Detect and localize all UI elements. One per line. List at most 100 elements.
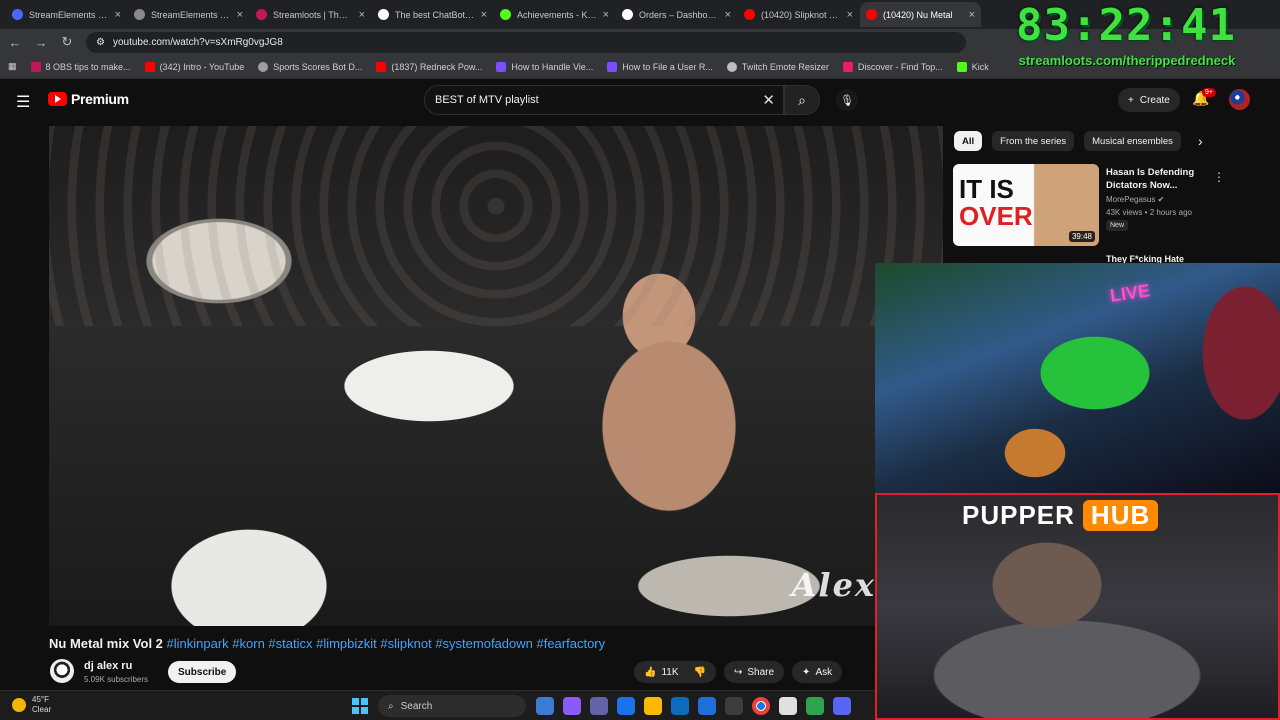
url-field[interactable]: ⚙ youtube.com/watch?v=sXmRg0vgJG8	[86, 31, 966, 53]
video-player[interactable]: Alex Ru	[49, 126, 943, 626]
tab-close-icon[interactable]: ×	[481, 9, 487, 21]
tab-favicon	[744, 9, 755, 20]
tab-close-icon[interactable]: ×	[603, 9, 609, 21]
youtube-icon	[144, 61, 155, 72]
reload-icon[interactable]: ↻	[60, 34, 74, 50]
plus-icon: +	[1128, 94, 1134, 106]
edge-icon[interactable]	[617, 697, 635, 715]
bookmark-item[interactable]: (1837) Redneck Pow...	[376, 61, 482, 72]
tab-favicon	[866, 9, 877, 20]
premium-wordmark: Premium	[71, 91, 129, 107]
bookmark-item[interactable]: How to File a User R...	[607, 61, 713, 72]
weather-widget[interactable]: 45°F Clear	[12, 695, 51, 715]
ask-button[interactable]: ✦ Ask	[792, 661, 843, 683]
bookmark-item[interactable]: Twitch Emote Resizer	[726, 61, 829, 72]
youtube-logo[interactable]: Premium	[48, 91, 129, 107]
apps-grid-icon[interactable]: ▦	[8, 61, 17, 72]
weather-sun-icon	[12, 698, 26, 712]
chip-from-the-series[interactable]: From the series	[992, 131, 1075, 151]
create-button[interactable]: + Create	[1118, 88, 1180, 112]
youtube-icon	[376, 61, 387, 72]
url-text: youtube.com/watch?v=sXmRg0vgJG8	[112, 36, 283, 48]
copilot-icon[interactable]	[563, 697, 581, 715]
tab-title: Streamloots | Therip	[273, 9, 353, 20]
thumbnail-text-line1: IT IS	[959, 174, 1014, 204]
share-button[interactable]: ↪ Share	[723, 661, 785, 683]
tab-close-icon[interactable]: ×	[359, 9, 365, 21]
forward-arrow-icon[interactable]: →	[34, 35, 48, 50]
back-arrow-icon[interactable]: ←	[8, 35, 22, 50]
bookmark-icon	[30, 61, 41, 72]
like-button[interactable]: 👍 11K 👎	[634, 661, 716, 683]
obs-icon[interactable]	[725, 697, 743, 715]
chip-musical-ensembles[interactable]: Musical ensembles	[1084, 131, 1181, 151]
teams-icon[interactable]	[590, 697, 608, 715]
bookmark-item[interactable]: How to Handle Vie...	[496, 61, 593, 72]
thumbs-down-icon[interactable]: 👎	[694, 667, 706, 678]
taskbar-search-label: Search	[400, 700, 433, 712]
kick-icon	[956, 61, 967, 72]
tab-favicon	[500, 9, 511, 20]
video-hashtags[interactable]: #linkinpark #korn #staticx #limpbizkit #…	[167, 636, 606, 651]
bookmark-label: Discover - Find Top...	[857, 61, 943, 72]
channel-name[interactable]: dj alex ru	[84, 660, 132, 672]
task-view-icon[interactable]	[536, 697, 554, 715]
bookmark-item[interactable]: 8 OBS tips to make...	[30, 61, 131, 72]
share-icon: ↪	[733, 666, 743, 678]
store-icon[interactable]	[671, 697, 689, 715]
youtube-play-icon	[48, 92, 67, 106]
discover-icon	[842, 61, 853, 72]
subscribe-button[interactable]: Subscribe	[168, 661, 237, 683]
more-options-icon[interactable]: ⋮	[1213, 170, 1225, 184]
bookmark-item[interactable]: Discover - Find Top...	[842, 61, 943, 72]
tab-close-icon[interactable]: ×	[969, 9, 975, 21]
chevron-right-icon[interactable]: ›	[1198, 133, 1203, 149]
windows-start-icon[interactable]	[352, 698, 368, 714]
recommended-thumbnail[interactable]: IT IS OVER 39:48	[953, 164, 1099, 246]
chip-all[interactable]: All	[954, 131, 983, 151]
clear-search-icon[interactable]: ✕	[762, 91, 775, 109]
file-explorer-icon[interactable]	[644, 697, 662, 715]
browser-tab[interactable]: Achievements - Kick ×	[494, 2, 615, 27]
tab-close-icon[interactable]: ×	[237, 9, 243, 21]
notification-badge: 9+	[1202, 88, 1216, 97]
recommended-channel: MorePegasus ✔	[1106, 195, 1164, 204]
recommended-video[interactable]: IT IS OVER 39:48 Hasan Is Defending Dicta…	[953, 164, 1273, 254]
create-label: Create	[1139, 94, 1170, 106]
browser-tab[interactable]: (10420) Slipknot - Du ×	[738, 2, 859, 27]
browser-tab-active[interactable]: (10420) Nu Metal ×	[860, 2, 981, 27]
bookmark-label: Twitch Emote Resizer	[741, 61, 829, 72]
share-label: Share	[747, 666, 775, 678]
outlook-icon[interactable]	[698, 697, 716, 715]
browser-tab[interactable]: Orders – Dashboard ×	[616, 2, 737, 27]
search-query: BEST of MTV playlist	[435, 94, 539, 106]
tab-close-icon[interactable]: ×	[115, 9, 121, 21]
new-badge: New	[1106, 220, 1129, 231]
video-duration: 39:48	[1068, 231, 1095, 242]
app-icon[interactable]	[779, 697, 797, 715]
search-input[interactable]: BEST of MTV playlist ✕	[424, 85, 784, 115]
bookmark-item[interactable]: Sports Scores Bot D...	[258, 61, 362, 72]
menu-icon[interactable]: ☰	[16, 92, 30, 112]
browser-tab[interactable]: Streamloots | Therip ×	[250, 2, 371, 27]
browser-tab[interactable]: StreamElements - Ov ×	[6, 2, 127, 27]
channel-avatar[interactable]	[50, 659, 74, 683]
youtube-header: ☰ Premium BEST of MTV playlist ✕ ⌕ 🎙 + Cr…	[0, 80, 1280, 120]
browser-tab[interactable]: StreamElements - rip ×	[128, 2, 249, 27]
bookmark-item[interactable]: (342) Intro - YouTube	[144, 61, 244, 72]
app-icon[interactable]	[806, 697, 824, 715]
voice-search-button[interactable]: 🎙	[836, 89, 858, 111]
tab-close-icon[interactable]: ×	[725, 9, 731, 21]
discord-icon[interactable]	[833, 697, 851, 715]
video-title: Nu Metal mix Vol 2 #linkinpark #korn #st…	[49, 636, 869, 651]
search-button[interactable]: ⌕	[784, 85, 820, 115]
tab-favicon	[622, 9, 633, 20]
account-avatar[interactable]	[1229, 89, 1250, 110]
browser-tab[interactable]: The best ChatBot and ×	[372, 2, 493, 27]
recommended-title[interactable]: Hasan Is Defending Dictators Now...	[1106, 166, 1224, 192]
site-info-icon[interactable]: ⚙	[96, 37, 105, 48]
tab-close-icon[interactable]: ×	[847, 9, 853, 21]
chrome-icon[interactable]	[752, 697, 770, 715]
taskbar-search[interactable]: ⌕ Search	[378, 695, 526, 717]
video-frame-crowd	[49, 126, 943, 326]
